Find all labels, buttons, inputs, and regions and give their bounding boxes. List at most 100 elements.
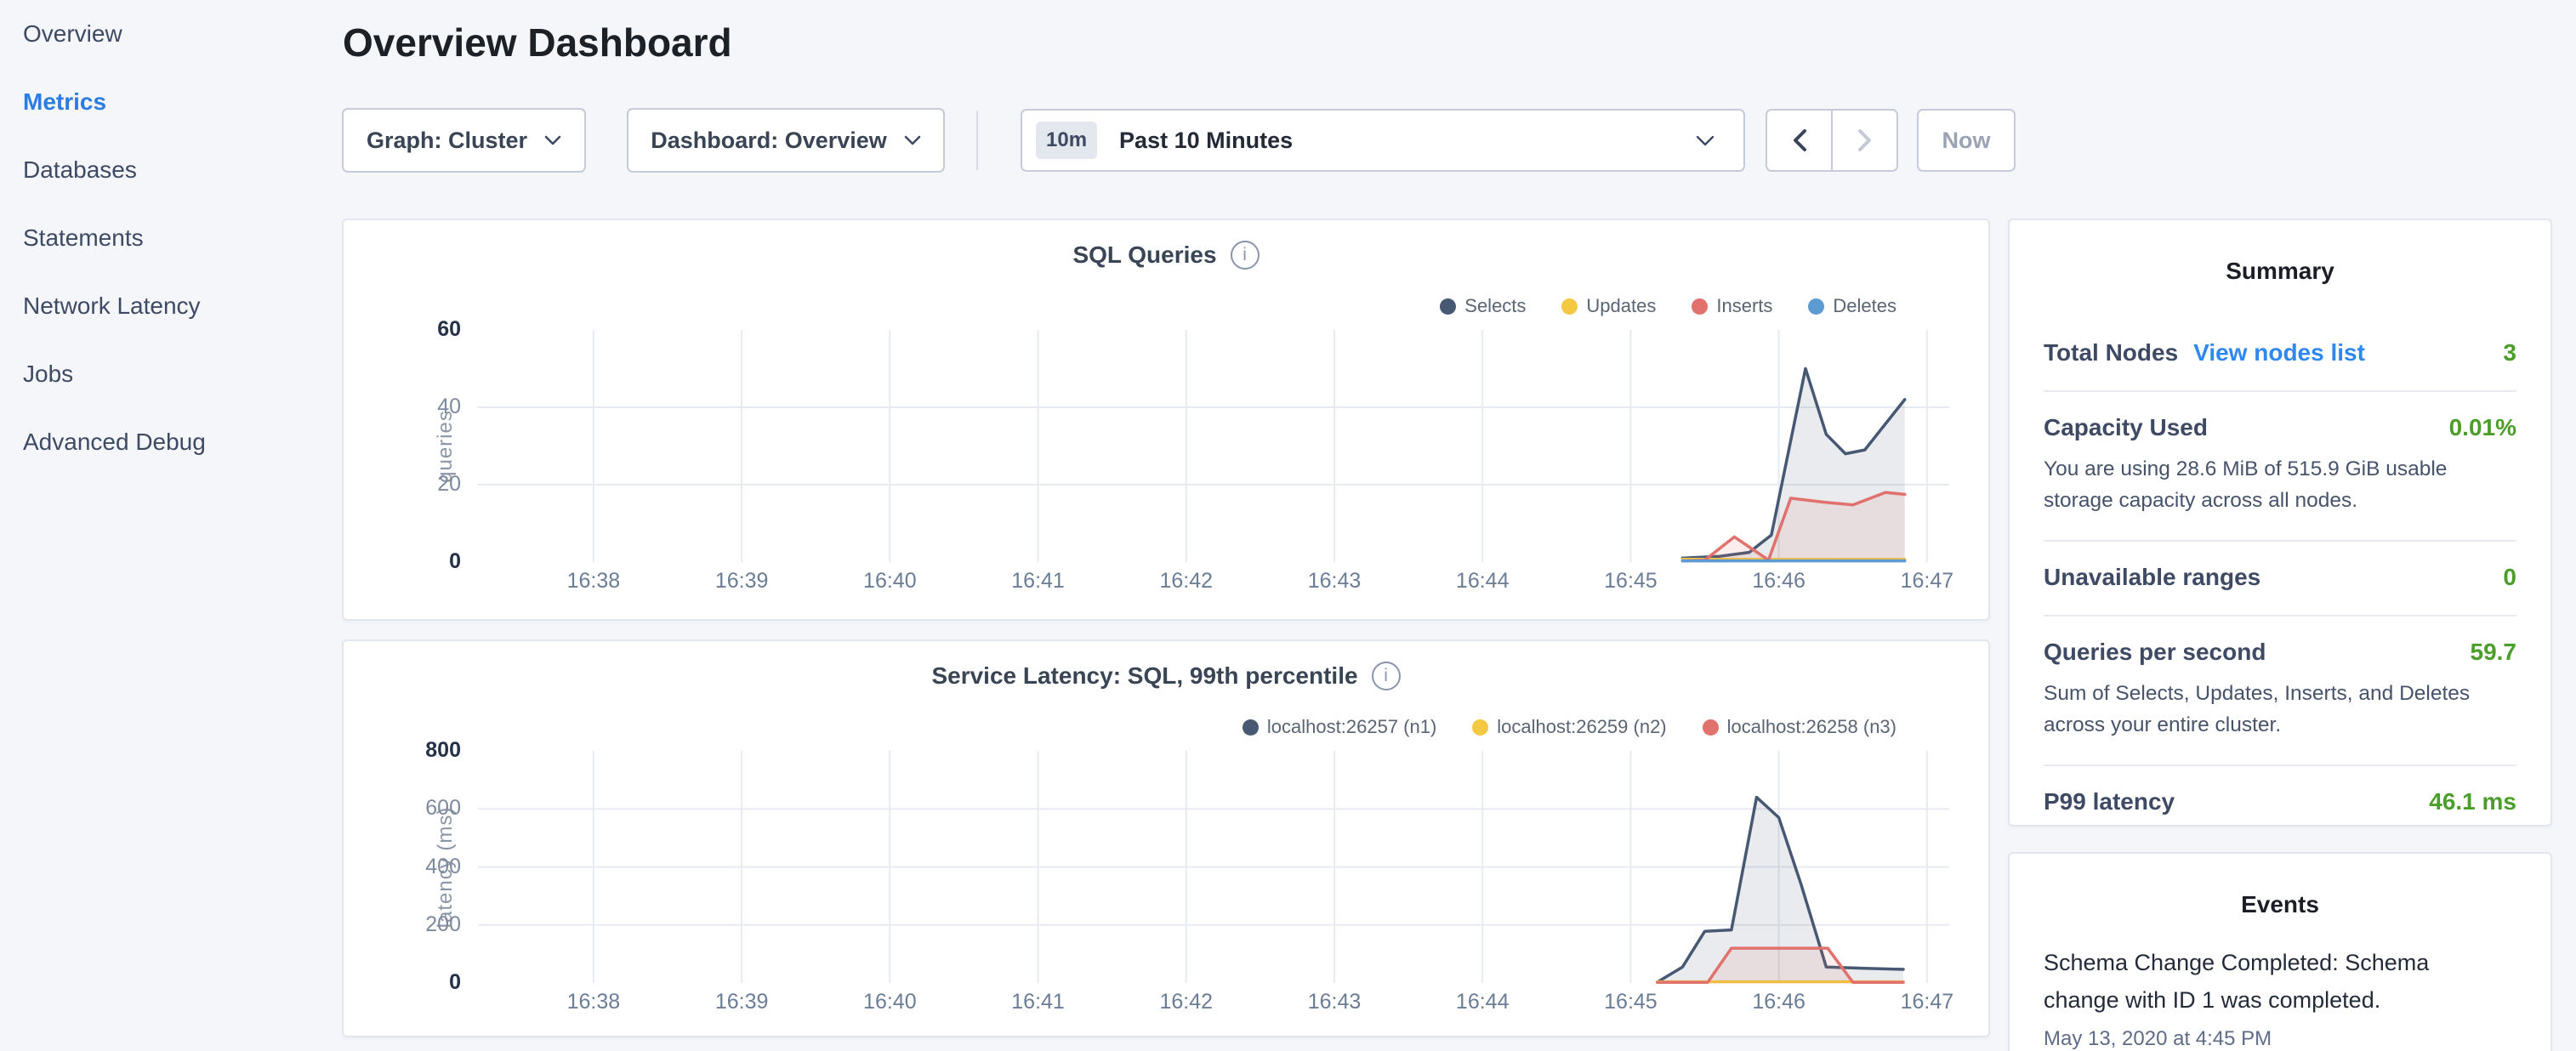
x-axis-tick: 16:43 [1283,990,1385,1014]
legend-label: Inserts [1716,295,1772,317]
legend-dot-icon [1692,298,1708,315]
legend-label: Updates [1586,295,1656,317]
chevron-down-icon [544,135,561,145]
legend-item[interactable]: Selects [1440,295,1526,317]
chart-legend: localhost:26257 (n1) localhost:26259 (n2)… [1243,716,1896,738]
sql-queries-chart-card: SQL Queries i SelectsUpdatesInsertsDelet… [342,219,1990,621]
legend-dot-icon [1472,719,1488,736]
info-icon[interactable]: i [1372,662,1401,690]
legend-label: localhost:26257 (n1) [1267,716,1436,738]
summary-queries-per-second: Queries per second 59.7 Sum of Selects, … [2044,616,2516,766]
service-latency-chart-card: Service Latency: SQL, 99th percentile i … [342,639,1990,1037]
legend-label: Selects [1464,295,1526,317]
sidebar-item-advanced-debug[interactable]: Advanced Debug [0,408,340,476]
info-icon[interactable]: i [1231,241,1260,270]
legend-item[interactable]: localhost:26257 (n1) [1243,716,1436,738]
y-axis-label: queries [434,353,458,540]
previous-timespan-button[interactable] [1767,111,1833,170]
legend-item[interactable]: localhost:26258 (n3) [1703,716,1896,738]
chart-canvas [478,330,1949,562]
controls-divider [976,111,978,170]
summary-title: Summary [2010,258,2550,285]
legend-item[interactable]: localhost:26259 (n2) [1472,716,1666,738]
stat-value: 59.7 [2471,639,2517,666]
y-axis-tick: 0 [397,549,461,574]
time-range-label: Past 10 Minutes [1119,128,1293,154]
stat-value: 0 [2503,564,2516,591]
event-text: Schema Change Completed: Schema change w… [2044,944,2445,1019]
x-axis-tick: 16:47 [1876,569,1978,594]
chart-plot-area: queries 0204060 16:3816:3916:4016:4116:4… [478,330,1949,562]
legend-label: Deletes [1833,295,1896,317]
x-axis-tick: 16:42 [1135,569,1237,594]
graph-scope-dropdown[interactable]: Graph: Cluster [342,108,586,173]
chevron-right-icon [1856,128,1874,153]
overview-dashboard-page: Overview Metrics Databases Statements Ne… [0,0,2576,1051]
x-axis-tick: 16:45 [1579,990,1681,1014]
x-axis-tick: 16:44 [1431,569,1533,594]
x-axis-tick: 16:40 [839,569,941,594]
summary-panel: Summary Total Nodes View nodes list 3 Ca… [2008,219,2552,827]
y-axis-tick: 200 [397,912,461,937]
legend-item[interactable]: Deletes [1808,295,1896,317]
stat-label: Unavailable ranges [2044,564,2260,591]
view-nodes-list-link[interactable]: View nodes list [2193,339,2365,366]
sidebar-item-databases[interactable]: Databases [0,136,340,204]
legend-dot-icon [1808,298,1824,315]
sidebar-item-network-latency[interactable]: Network Latency [0,272,340,340]
time-range-badge: 10m [1036,122,1097,159]
y-axis-tick: 400 [397,855,461,879]
x-axis-tick: 16:38 [543,569,645,594]
x-axis-tick: 16:38 [543,990,645,1014]
time-step-buttons [1766,109,1898,172]
legend-dot-icon [1440,298,1456,315]
stat-label: Capacity Used [2044,414,2208,441]
legend-label: localhost:26259 (n2) [1497,716,1666,738]
chart-canvas [478,751,1949,983]
sidebar-item-jobs[interactable]: Jobs [0,340,340,408]
x-axis-tick: 16:39 [691,990,793,1014]
legend-item[interactable]: Updates [1561,295,1656,317]
y-axis-tick: 800 [397,738,461,763]
stat-label: P99 latency [2044,788,2175,815]
chevron-down-icon [1696,135,1714,146]
x-axis-tick: 16:45 [1579,569,1681,594]
sidebar-nav: Overview Metrics Databases Statements Ne… [0,0,340,1051]
sidebar-item-overview[interactable]: Overview [0,0,340,68]
dashboard-dropdown-label: Dashboard: Overview [651,128,887,154]
legend-dot-icon [1243,719,1259,736]
y-axis-tick: 0 [397,970,461,995]
sidebar-item-metrics[interactable]: Metrics [0,68,340,136]
chevron-left-icon [1790,128,1809,153]
y-axis-tick: 40 [397,395,461,419]
chevron-down-icon [904,135,921,145]
chart-title: Service Latency: SQL, 99th percentile [931,662,1357,690]
event-list-item[interactable]: Schema Change Completed: Schema change w… [2044,944,2516,1051]
events-title: Events [2010,891,2550,918]
x-axis-tick: 16:46 [1728,990,1830,1014]
stat-description: You are using 28.6 MiB of 515.9 GiB usab… [2044,453,2516,516]
dashboard-dropdown[interactable]: Dashboard: Overview [627,108,945,173]
y-axis-tick: 20 [397,472,461,497]
y-axis-tick: 600 [397,796,461,821]
legend-label: localhost:26258 (n3) [1727,716,1896,738]
stat-label: Total Nodes [2044,339,2178,366]
next-timespan-button[interactable] [1833,111,1896,170]
x-axis-tick: 16:39 [691,569,793,594]
stat-label: Queries per second [2044,639,2266,666]
stat-value: 46.1 ms [2429,788,2516,815]
summary-p99-latency: P99 latency 46.1 ms [2044,766,2516,839]
graph-scope-dropdown-label: Graph: Cluster [367,128,527,154]
stat-description: Sum of Selects, Updates, Inserts, and De… [2044,678,2516,741]
y-axis-tick: 60 [397,317,461,342]
legend-dot-icon [1561,298,1578,315]
now-button[interactable]: Now [1917,109,2016,172]
sidebar-item-statements[interactable]: Statements [0,204,340,272]
legend-item[interactable]: Inserts [1692,295,1772,317]
x-axis-tick: 16:46 [1728,569,1830,594]
x-axis-tick: 16:41 [987,990,1089,1014]
summary-total-nodes: Total Nodes View nodes list 3 [2044,317,2516,392]
chart-legend: Selects Updates Inserts Deletes [1440,295,1896,317]
x-axis-tick: 16:41 [987,569,1089,594]
time-range-selector[interactable]: 10m Past 10 Minutes [1021,109,1745,172]
